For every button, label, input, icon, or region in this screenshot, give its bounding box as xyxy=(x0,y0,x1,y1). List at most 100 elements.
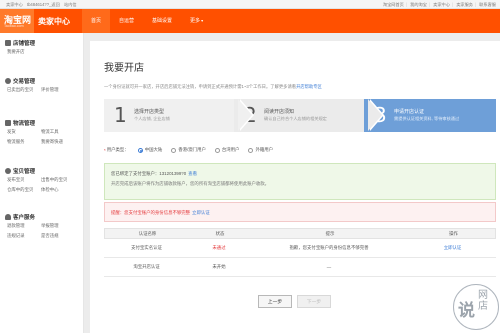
sidebar-item-ship[interactable]: 发货 xyxy=(7,129,41,135)
radio-taiwan[interactable]: 台湾用户 xyxy=(214,147,240,153)
sidebar-item-refund[interactable]: 退款管理 xyxy=(7,223,41,229)
topbar-my-taobao-link[interactable]: 我的淘宝 xyxy=(410,2,427,7)
verification-table: 认证名称 状态 提示 操作 支付宝实名认证 未通过 抱歉，您支付宝账户的身份信息… xyxy=(104,228,496,277)
sidebar-links: 已卖出的宝贝 评价管理 xyxy=(7,87,83,93)
sidebar-section-title: 宝贝管理 xyxy=(13,169,36,175)
watermark-small-chars: 网店 xyxy=(478,290,488,312)
topbar-seller-center-right-link[interactable]: 卖家中心 xyxy=(433,2,450,7)
column-header-name: 认证名称 xyxy=(138,230,157,236)
step-title: 选择开店类型 xyxy=(134,109,165,115)
radio-label: 台湾用户 xyxy=(221,147,240,152)
user-type-label: 用户类型 xyxy=(106,147,125,152)
logo-subtext: Taobao.com xyxy=(4,24,24,28)
topbar-seller-center-link[interactable]: 卖家中心 xyxy=(6,2,23,7)
help-link[interactable]: 开店帮助专区 xyxy=(296,84,322,89)
chevron-down-icon: ▾ xyxy=(201,18,204,23)
sidebar-section-header: 宝贝管理 xyxy=(5,167,35,175)
sidebar-links: 我要开店 xyxy=(7,49,83,55)
step-1: 1 选择开店类型 个人店铺, 企业店铺 xyxy=(104,99,254,132)
column-header-status: 状态 xyxy=(215,230,225,236)
truck-icon xyxy=(5,120,11,126)
sidebar-item-sold-items[interactable]: 已卖出的宝贝 xyxy=(7,87,41,93)
identity-warning: 提醒：您支付宝账户的身份信息不够完整 立即认证 xyxy=(104,202,496,222)
topbar-seller-service-link[interactable]: 卖家服务 xyxy=(456,2,473,7)
alipay-bound-notice: 您已绑定了支付宝账户：131201399?0 查看 开店完成后该账户将作为店铺收款… xyxy=(104,163,496,200)
topbar-contact-service-link[interactable]: 联系客服 xyxy=(479,2,496,7)
top-utility-bar: 卖家中心 tb484614??_返回 站内信 淘宝网首页 | 我的淘宝 | 卖家中心… xyxy=(0,0,500,9)
sidebar-item-send-express[interactable]: 我要寄快递 xyxy=(41,139,81,145)
verify-now-link[interactable]: 立即认证 xyxy=(192,210,210,215)
nav-more[interactable]: 更多▾ xyxy=(181,9,212,33)
radio-label: 中国大陆 xyxy=(144,147,163,152)
nav-home[interactable]: 首页 xyxy=(82,9,111,33)
cell-tip: — xyxy=(326,264,332,270)
step-progress: 1 选择开店类型 个人店铺, 企业店铺 2 阅读开店须知 确认自己符合个人店铺的… xyxy=(104,99,496,132)
cell-name: 淘宝开店认证 xyxy=(133,264,160,269)
seller-center-title: 卖家中心 xyxy=(38,17,70,26)
sidebar-item-reviews[interactable]: 评价管理 xyxy=(41,87,81,93)
cell-status: 未开始 xyxy=(212,264,226,269)
previous-step-button[interactable]: 上一步 xyxy=(258,295,292,308)
user-type-radio-group: * 用户类型 ： 中国大陆 香港/澳门用户 台湾用户 外籍用户 xyxy=(104,147,273,153)
intro-body: 一个身份证就可开一家店，开店后店铺无法注销，申请到正式开通预计需1~3个工作日。… xyxy=(104,84,297,89)
sidebar-item-logistics-service[interactable]: 物流服务 xyxy=(7,139,41,145)
topbar-divider: | xyxy=(405,2,407,7)
goods-icon xyxy=(5,168,11,174)
store-icon xyxy=(5,40,11,46)
sidebar-links: 发货 物流工具 物流服务 我要寄快递 xyxy=(7,129,83,145)
main-header: 淘宝网 Taobao.com 卖家中心 首页 自运营 基础设置 更多▾ xyxy=(0,9,500,33)
sidebar-item-health-center[interactable]: 体检中心 xyxy=(41,187,81,193)
sidebar-links: 退款管理 举报管理 违规记录 是否违规 xyxy=(7,223,83,239)
nav-basic-settings[interactable]: 基础设置 xyxy=(143,9,181,33)
sidebar-section-header: 物流管理 xyxy=(5,119,35,127)
page-title: 我要开店 xyxy=(104,63,144,74)
radio-foreign[interactable]: 外籍用户 xyxy=(248,147,273,153)
sidebar-item-logistics-tools[interactable]: 物流工具 xyxy=(41,129,81,135)
topbar-left: 卖家中心 tb484614??_返回 站内信 xyxy=(6,2,80,8)
topbar-account-link[interactable]: tb484614??_返回 xyxy=(27,2,60,7)
main-panel: 我要开店 一个身份证就可开一家店，开店后店铺无法注销，申请到正式开通预计需1~3… xyxy=(90,41,500,333)
watermark-big-char: 说 xyxy=(458,301,475,321)
radio-mainland[interactable]: 中国大陆 xyxy=(137,147,163,153)
warning-line: 提醒：您支付宝账户的身份信息不够完整 立即认证 xyxy=(111,210,210,216)
warning-text: 提醒：您支付宝账户的身份信息不够完整 xyxy=(111,210,191,215)
sidebar-item-open-store[interactable]: 我要开店 xyxy=(7,49,41,55)
sidebar-section-title: 店铺管理 xyxy=(13,41,36,47)
sidebar-item-violations[interactable]: 违规记录 xyxy=(7,233,41,239)
alipay-note: 开店完成后该账户将作为店铺收款账户，您的所有淘宝店铺都将使用此账户收款。 xyxy=(111,181,270,186)
radio-unselected-icon xyxy=(171,147,177,153)
sidebar-item-publish-goods[interactable]: 发布宝贝 xyxy=(7,177,41,183)
sidebar-item-goods-in-stock[interactable]: 仓库中的宝贝 xyxy=(7,187,41,193)
cell-tip: 抱歉，您支付宝账户的身份信息不够完善 xyxy=(289,245,369,250)
taobao-logo[interactable]: 淘宝网 Taobao.com xyxy=(0,9,34,33)
topbar-messages-link[interactable]: 站内信 xyxy=(64,2,77,7)
step-description: 个人店铺, 企业店铺 xyxy=(134,116,170,121)
step-number: 1 xyxy=(114,103,127,127)
radio-label: 外籍用户 xyxy=(255,147,274,152)
column-header-tip: 提示 xyxy=(325,230,335,236)
nav-more-label: 更多 xyxy=(190,18,201,24)
sidebar-section-title: 物流管理 xyxy=(13,121,36,127)
sidebar: 店铺管理 我要开店 交易管理 已卖出的宝贝 评价管理 物流管理 发货 物流工具 … xyxy=(0,33,84,333)
sidebar-item-report[interactable]: 举报管理 xyxy=(41,223,81,229)
sidebar-links: 发布宝贝 出售中的宝贝 仓库中的宝贝 体检中心 xyxy=(7,177,83,193)
label-colon: ： xyxy=(124,147,129,152)
step-arrow xyxy=(368,99,382,131)
radio-hk-macau[interactable]: 香港/澳门用户 xyxy=(171,147,206,153)
cell-status: 未通过 xyxy=(212,245,226,250)
alipay-account-text: 您已绑定了支付宝账户：131201399?0 xyxy=(111,171,187,176)
sidebar-item-violation-check[interactable]: 是否违规 xyxy=(41,233,81,239)
trade-icon xyxy=(5,78,11,84)
next-step-button[interactable]: 下一步 xyxy=(297,295,331,308)
topbar-taobao-home-link[interactable]: 淘宝网首页 xyxy=(383,2,404,7)
sidebar-item-goods-on-sale[interactable]: 出售中的宝贝 xyxy=(41,177,81,183)
sidebar-section-header: 交易管理 xyxy=(5,77,35,85)
topbar-divider: | xyxy=(474,2,477,7)
step-description: 确认自己符合个人店铺的相关规定 xyxy=(264,116,327,121)
radio-unselected-icon xyxy=(248,147,254,153)
view-alipay-link[interactable]: 查看 xyxy=(188,171,197,176)
nav-self-operation[interactable]: 自运营 xyxy=(110,9,143,33)
verify-action-link[interactable]: 立即认证 xyxy=(409,239,496,257)
cell-action xyxy=(409,258,496,276)
intro-text: 一个身份证就可开一家店，开店后店铺无法注销，申请到正式开通预计需1~3个工作日。… xyxy=(104,84,322,90)
